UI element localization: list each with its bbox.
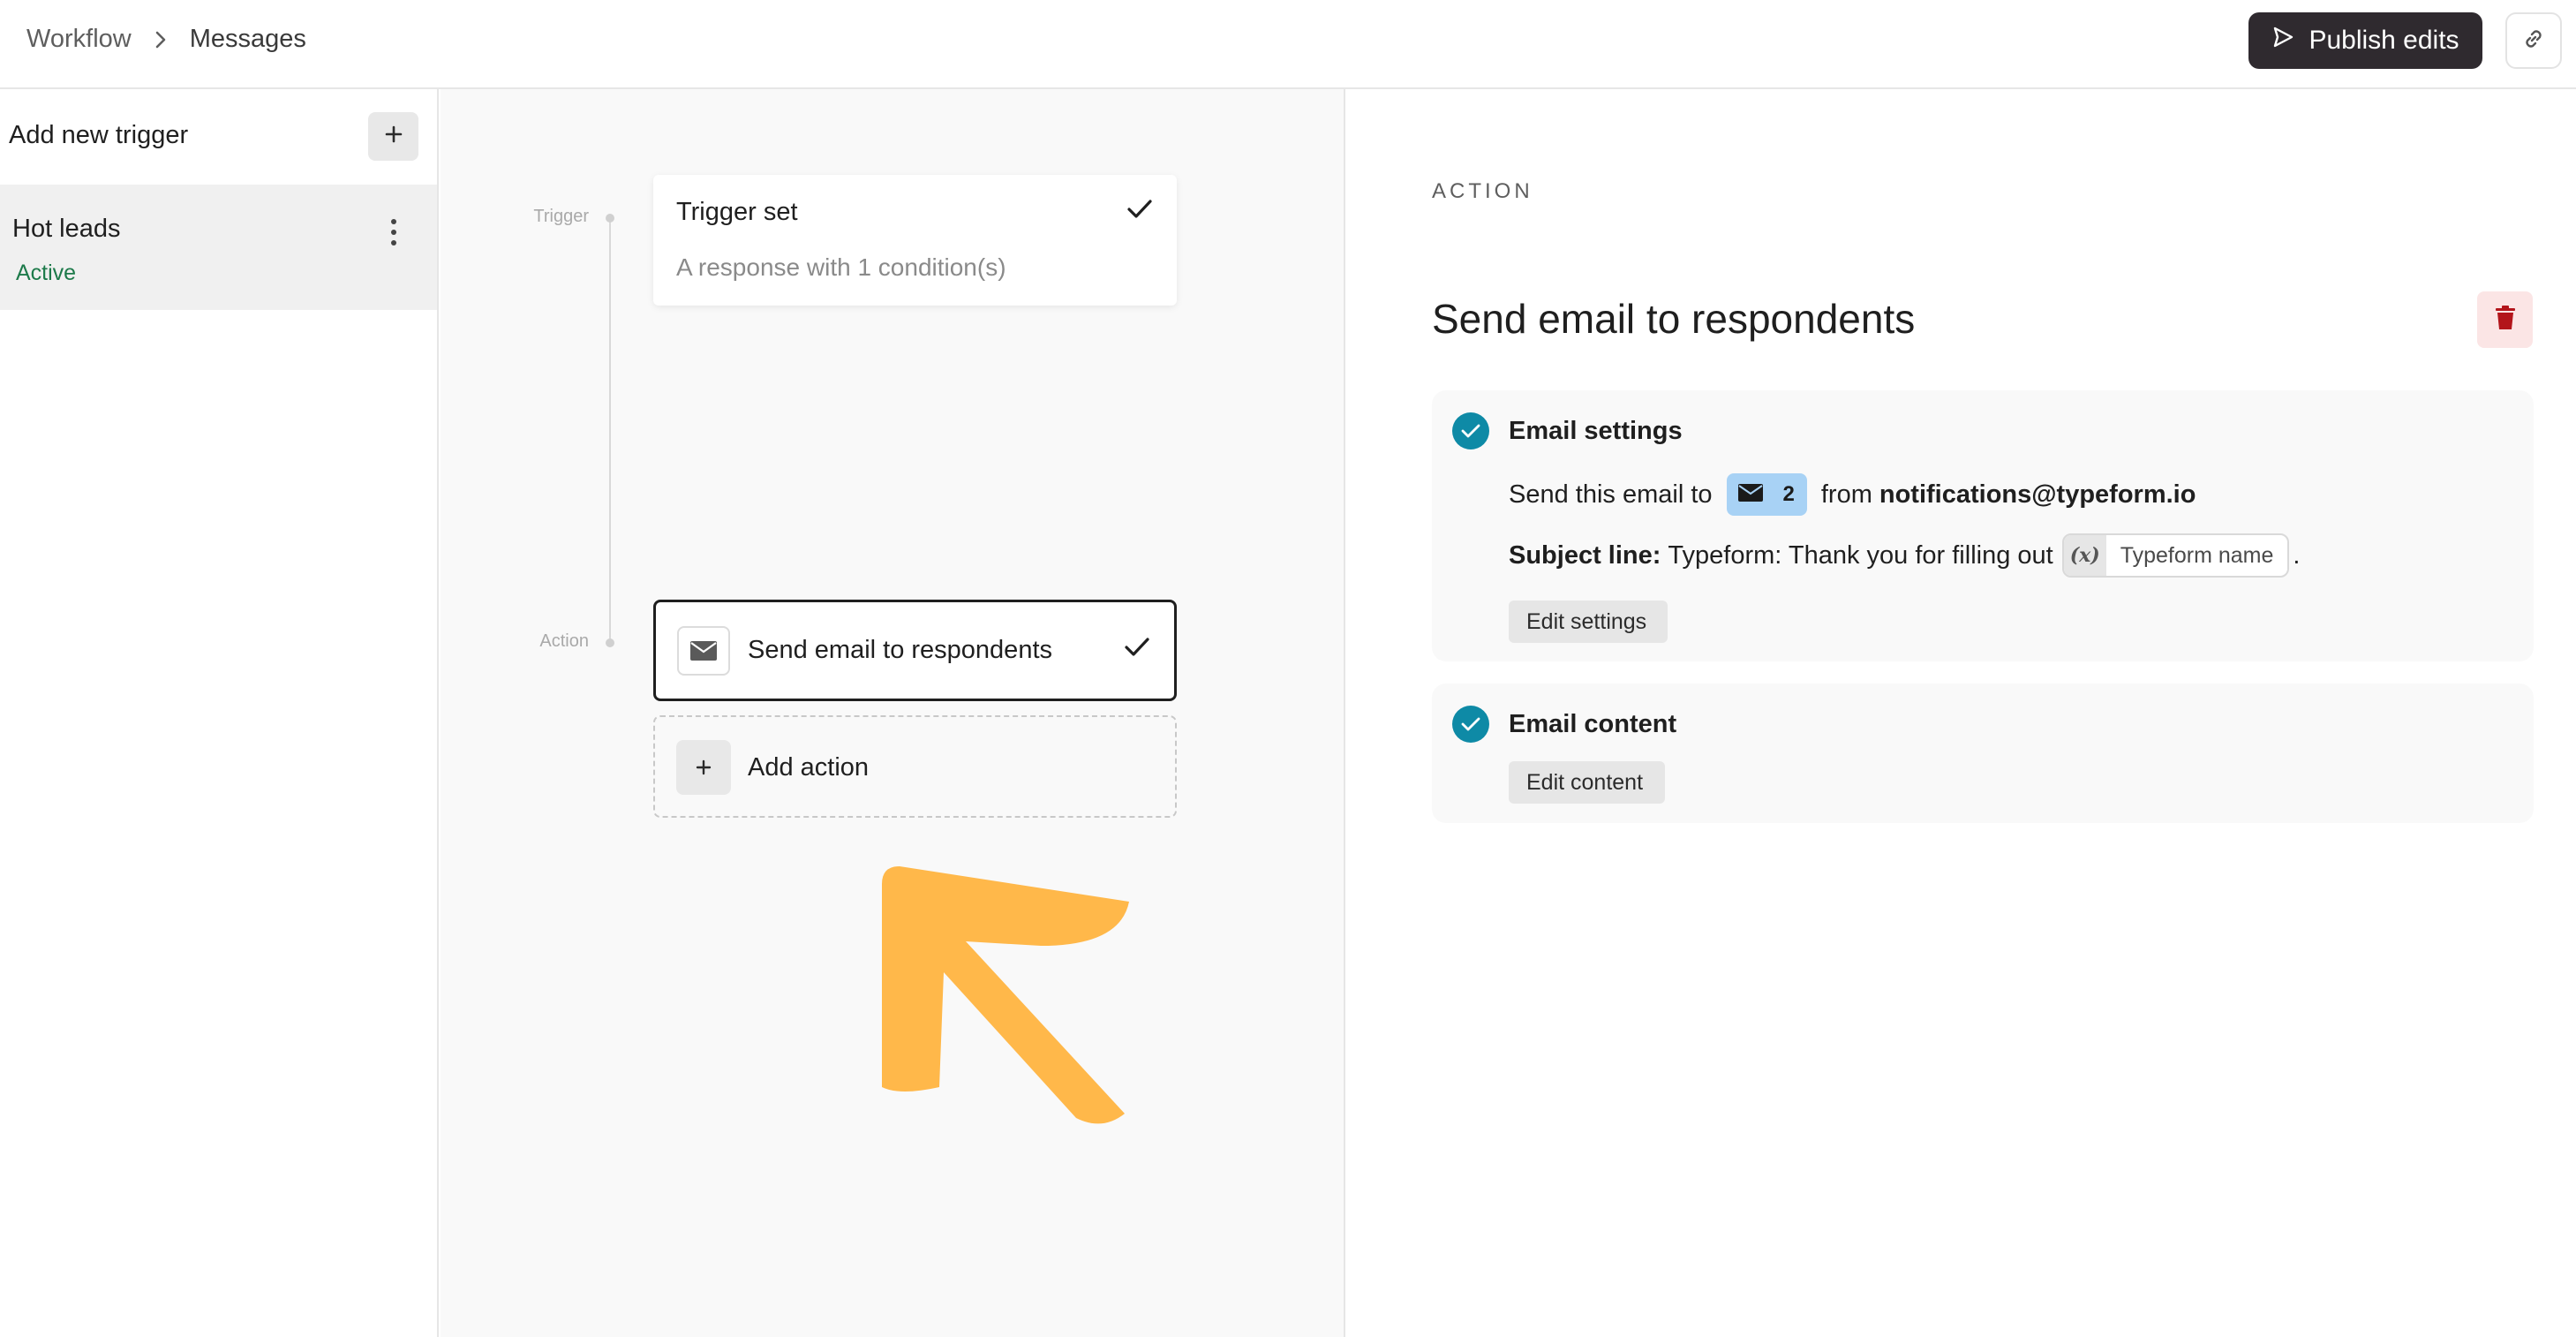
breadcrumb-messages[interactable]: Messages (190, 25, 306, 54)
timeline-label-action: Action (539, 631, 589, 651)
plus-icon (384, 125, 403, 148)
checkmark-icon (1126, 198, 1153, 225)
timeline-dot-trigger (606, 214, 614, 223)
trash-icon (2494, 305, 2517, 336)
arrow-annotation-icon (882, 866, 1129, 1124)
subject-line: Subject line: Typeform: Thank you for fi… (1509, 533, 2300, 578)
delete-action-button[interactable] (2477, 291, 2533, 348)
timeline-label-trigger: Trigger (533, 207, 589, 226)
panel-title: Send email to respondents (1432, 296, 1916, 342)
add-trigger-button[interactable] (368, 112, 418, 161)
subject-text: Typeform: Thank you for filling out (1668, 540, 2053, 570)
envelope-icon (1737, 480, 1764, 510)
kebab-icon[interactable] (381, 213, 406, 252)
trigger-card[interactable]: Trigger set A response with 1 condition(… (653, 175, 1177, 306)
email-content-title: Email content (1509, 710, 1677, 738)
checkmark-icon (1452, 706, 1489, 743)
email-content-section: Email content Edit content (1432, 684, 2534, 823)
edit-content-button[interactable]: Edit content (1509, 761, 1665, 804)
variable-chip[interactable]: (x) Typeform name (2061, 533, 2290, 578)
subject-suffix: . (2293, 540, 2301, 570)
trigger-status-badge: Active (16, 261, 77, 285)
recipient-chip[interactable]: 2 (1726, 473, 1807, 516)
add-action-label: Add action (748, 753, 870, 782)
copy-link-button[interactable] (2505, 12, 2562, 69)
action-detail-panel: ACTION Send email to respondents Email s… (1347, 89, 2576, 1337)
from-text: from (1820, 480, 1872, 509)
trigger-card-subtitle: A response with 1 condition(s) (676, 253, 1006, 281)
edit-settings-button[interactable]: Edit settings (1509, 601, 1668, 643)
panel-eyebrow: ACTION (1432, 179, 1533, 203)
breadcrumb-workflow[interactable]: Workflow (26, 25, 132, 54)
trigger-item-hot-leads[interactable]: Hot leads Active (0, 185, 437, 310)
email-settings-section: Email settings Send this email to 2 from… (1432, 390, 2534, 661)
breadcrumb: Workflow Messages (26, 25, 306, 54)
top-bar: Workflow Messages Publish edits (0, 0, 2576, 89)
workflow-canvas: Trigger Action Trigger set A response wi… (441, 89, 1345, 1337)
variable-name: Typeform name (2120, 542, 2274, 568)
email-settings-title: Email settings (1509, 417, 1683, 445)
send-to-text: Send this email to (1509, 480, 1713, 509)
send-icon (2271, 26, 2294, 56)
add-new-trigger-label: Add new trigger (9, 121, 189, 149)
action-card-label: Send email to respondents (748, 636, 1052, 664)
envelope-icon (677, 626, 730, 676)
triggers-sidebar: Add new trigger Hot leads Active (0, 89, 439, 1337)
checkmark-icon (1452, 412, 1489, 449)
variable-icon: (x) (2063, 535, 2106, 576)
trigger-card-title: Trigger set (676, 198, 798, 226)
link-icon (2520, 26, 2547, 57)
chevron-right-icon (154, 30, 167, 49)
from-address: notifications@typeform.io (1879, 480, 2196, 509)
recipient-line: Send this email to 2 from notifications@… (1509, 473, 2196, 516)
recipient-count: 2 (1782, 482, 1795, 506)
publish-edits-label: Publish edits (2309, 26, 2459, 55)
timeline-dot-action (606, 638, 614, 647)
subject-label: Subject line: (1509, 540, 1661, 570)
timeline-line (609, 218, 611, 646)
trigger-name: Hot leads (12, 215, 121, 243)
action-card-send-email[interactable]: Send email to respondents (653, 600, 1177, 701)
publish-edits-button[interactable]: Publish edits (2248, 12, 2482, 69)
plus-icon (676, 740, 731, 795)
checkmark-icon (1124, 636, 1150, 663)
